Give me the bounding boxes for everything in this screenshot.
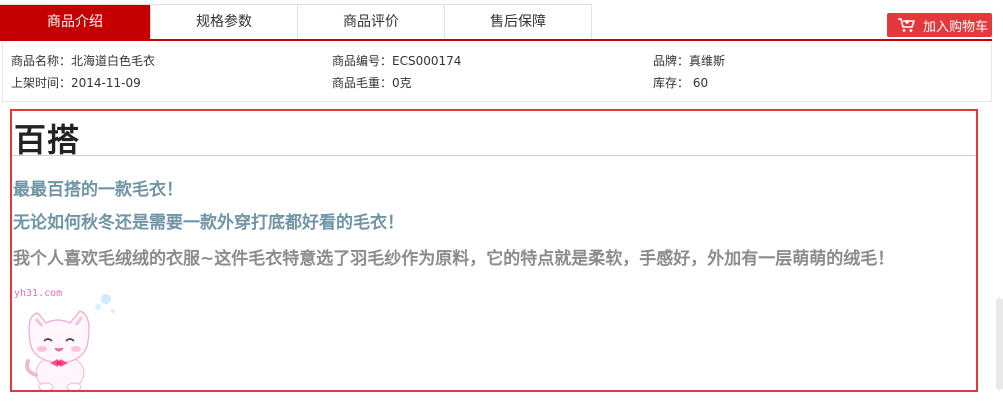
attr-stock-value: 60 xyxy=(689,76,709,90)
attr-stock-key: 库存： xyxy=(653,76,690,90)
attr-brand-value: 真维斯 xyxy=(689,54,726,68)
cute-cat-image xyxy=(25,294,115,390)
attr-name-key: 商品名称： xyxy=(11,54,72,68)
attr-stock: 库存： 60 xyxy=(653,74,708,91)
tab-after-sales[interactable]: 售后保障 xyxy=(444,5,591,40)
tab-specs[interactable]: 规格参数 xyxy=(150,5,297,40)
attr-brand: 品牌：真维斯 xyxy=(653,52,725,69)
attr-date: 上架时间：2014-11-09 xyxy=(11,74,141,91)
cart-icon xyxy=(898,18,915,32)
attr-weight-value: 0克 xyxy=(392,76,412,90)
attr-date-key: 上架时间： xyxy=(11,76,72,90)
attr-brand-key: 品牌： xyxy=(653,54,690,68)
attr-sku-value: ECS000174 xyxy=(392,54,462,68)
description-line-3: 我个人喜欢毛绒绒的衣服~这件毛衣特意选了羽毛纱作为原料，它的特点就是柔软，手感好… xyxy=(13,249,895,269)
product-tabbar: 商品介绍 规格参数 商品评价 售后保障 加入购物车 xyxy=(0,4,1003,41)
product-attributes: 商品名称：北海道白色毛衣 商品编号：ECS000174 品牌：真维斯 上架时间：… xyxy=(2,42,992,102)
add-to-cart-button[interactable]: 加入购物车 xyxy=(887,13,992,37)
attr-name: 商品名称：北海道白色毛衣 xyxy=(11,52,155,69)
scrollbar-handle[interactable] xyxy=(996,298,1003,390)
attr-weight-key: 商品毛重： xyxy=(332,76,393,90)
attr-sku: 商品编号：ECS000174 xyxy=(332,52,461,69)
tab-product-intro[interactable]: 商品介绍 xyxy=(0,5,150,40)
description-line-2: 无论如何秋冬还是需要一款外穿打底都好看的毛衣！ xyxy=(13,213,404,233)
attr-name-value: 北海道白色毛衣 xyxy=(71,54,156,68)
attr-weight: 商品毛重：0克 xyxy=(332,74,412,91)
attr-date-value: 2014-11-09 xyxy=(71,76,141,90)
attr-sku-key: 商品编号： xyxy=(332,54,393,68)
title-divider xyxy=(12,155,976,156)
product-description: 百搭 最最百搭的一款毛衣！ 无论如何秋冬还是需要一款外穿打底都好看的毛衣！ 我个… xyxy=(10,109,978,392)
tab-reviews[interactable]: 商品评价 xyxy=(297,5,444,40)
product-tabs: 商品介绍 规格参数 商品评价 售后保障 xyxy=(0,4,592,40)
tabbar-underline xyxy=(0,39,992,41)
description-line-1: 最最百搭的一款毛衣！ xyxy=(13,180,183,200)
add-to-cart-label: 加入购物车 xyxy=(923,19,989,35)
